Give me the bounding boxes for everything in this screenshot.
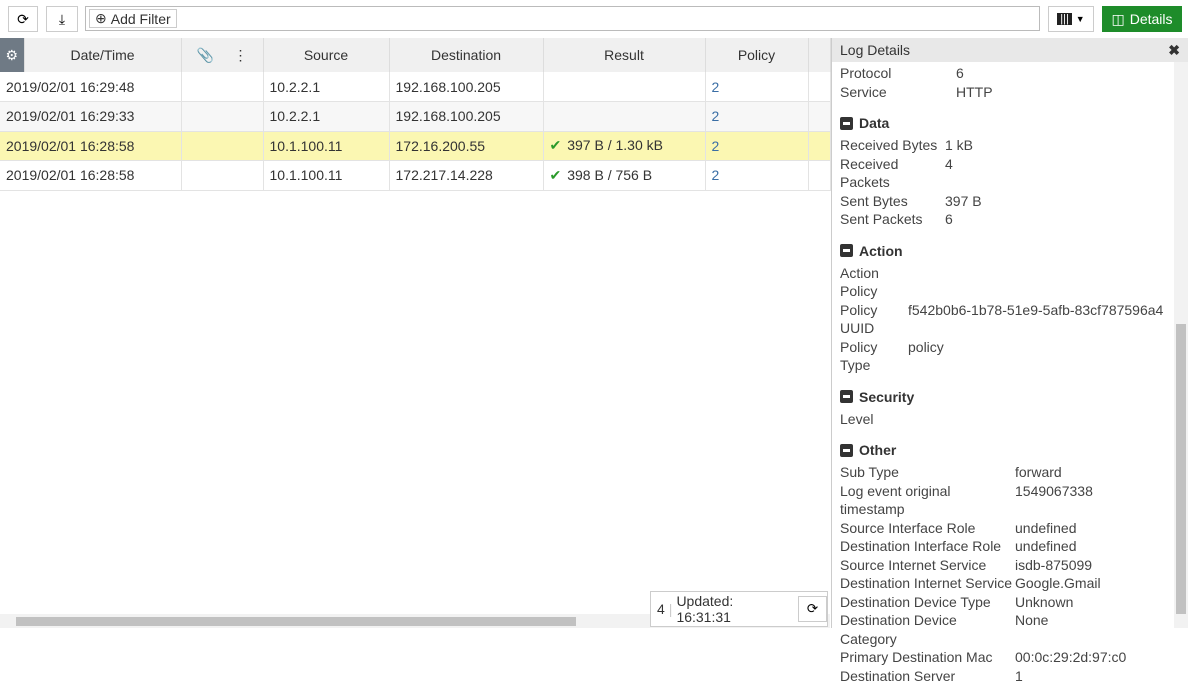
details-button[interactable]: ◫Details <box>1102 6 1182 32</box>
cell-result: ✔397 B / 1.30 kB <box>543 131 705 161</box>
detail-row: Received Bytes1 kB <box>840 136 1170 155</box>
detail-row: Destination Internet ServiceGoogle.Gmail <box>840 574 1170 593</box>
panel-icon: ◫ <box>1111 11 1124 28</box>
cell-result: ✔398 B / 756 B <box>543 161 705 191</box>
columns-icon: ||| <box>1057 13 1072 25</box>
col-destination[interactable]: Destination <box>389 38 543 72</box>
close-icon[interactable]: ✖ <box>1168 42 1180 59</box>
scroll-thumb[interactable] <box>1176 324 1186 614</box>
detail-row: Log event original timestamp1549067338 <box>840 482 1170 519</box>
table-row[interactable]: 2019/02/01 16:29:33 10.2.2.1 192.168.100… <box>0 102 830 132</box>
download-button[interactable]: ⤓ <box>46 6 78 32</box>
detail-row: Destination Interface Roleundefined <box>840 537 1170 556</box>
detail-row: Policy UUIDf542b0b6-1b78-51e9-5afb-83cf7… <box>840 301 1170 338</box>
section-other[interactable]: Other <box>840 442 1170 458</box>
detail-row: Policy <box>840 282 1170 301</box>
cell-source: 10.2.2.1 <box>263 102 389 132</box>
cell-policy[interactable]: 2 <box>705 102 808 132</box>
cell-source: 10.1.100.11 <box>263 131 389 161</box>
table-row[interactable]: 2019/02/01 16:28:58 10.1.100.11 172.16.2… <box>0 131 830 161</box>
filter-bar[interactable]: ⊕Add Filter <box>85 6 1040 31</box>
detail-row: Sub Typeforward <box>840 463 1170 482</box>
cell-destination: 192.168.100.205 <box>389 102 543 132</box>
check-icon: ✔ <box>550 167 562 183</box>
detail-row: Source Internet Serviceisdb-875099 <box>840 556 1170 575</box>
col-source[interactable]: Source <box>263 38 389 72</box>
cell-datetime: 2019/02/01 16:29:48 <box>0 72 181 102</box>
collapse-icon <box>840 444 853 457</box>
detail-row: Received Packets4 <box>840 155 1170 192</box>
cell-result <box>543 72 705 102</box>
panel-title: Log Details <box>840 42 910 58</box>
refresh-icon: ⟳ <box>17 11 29 28</box>
col-attachment[interactable]: 📎 ⋮ <box>181 38 263 72</box>
paperclip-icon: 📎 <box>197 47 214 63</box>
table-row[interactable]: 2019/02/01 16:29:48 10.2.2.1 192.168.100… <box>0 72 830 102</box>
section-action[interactable]: Action <box>840 243 1170 259</box>
collapse-icon <box>840 117 853 130</box>
detail-row: Destination Device CategoryNone <box>840 611 1170 648</box>
cell-source: 10.2.2.1 <box>263 72 389 102</box>
detail-row: Sent Bytes397 B <box>840 192 1170 211</box>
gear-icon: ⚙ <box>5 47 18 63</box>
log-table: ⚙ Date/Time 📎 ⋮ Source Destination Resul… <box>0 38 831 191</box>
status-bar: 4| Updated: 16:31:31 ⟳ <box>650 591 828 627</box>
detail-row: Action <box>840 264 1170 283</box>
cell-destination: 172.16.200.55 <box>389 131 543 161</box>
column-settings-button[interactable]: ||| ▼ <box>1048 6 1094 32</box>
collapse-icon <box>840 244 853 257</box>
detail-row: Policy Typepolicy <box>840 338 1170 375</box>
column-menu-icon[interactable]: ⋮ <box>233 47 247 63</box>
cell-policy[interactable]: 2 <box>705 161 808 191</box>
table-row[interactable]: 2019/02/01 16:28:58 10.1.100.11 172.217.… <box>0 161 830 191</box>
cell-destination: 172.217.14.228 <box>389 161 543 191</box>
log-count: 4 <box>657 601 665 617</box>
vertical-scrollbar[interactable] <box>1174 62 1188 628</box>
scroll-thumb[interactable] <box>16 617 576 626</box>
cell-policy[interactable]: 2 <box>705 72 808 102</box>
refresh-icon: ⟳ <box>807 601 818 616</box>
check-icon: ✔ <box>550 137 562 153</box>
detail-row: ServiceHTTP <box>840 83 1170 102</box>
updated-time: Updated: 16:31:31 <box>676 593 787 625</box>
cell-datetime: 2019/02/01 16:28:58 <box>0 161 181 191</box>
detail-row: Destination Server1 <box>840 667 1170 685</box>
table-settings-button[interactable]: ⚙ <box>0 38 24 72</box>
log-details-panel: Log Details ✖ Protocol6ServiceHTTP Data Rec… <box>831 38 1188 628</box>
detail-row: Protocol6 <box>840 64 1170 83</box>
plus-circle-icon: ⊕ <box>95 10 107 27</box>
detail-row: Primary Destination Mac00:0c:29:2d:97:c0 <box>840 648 1170 667</box>
add-filter-button[interactable]: ⊕Add Filter <box>89 9 177 28</box>
detail-row: Sent Packets6 <box>840 210 1170 229</box>
status-refresh-button[interactable]: ⟳ <box>798 596 827 622</box>
cell-destination: 192.168.100.205 <box>389 72 543 102</box>
detail-row: Source Interface Roleundefined <box>840 519 1170 538</box>
cell-datetime: 2019/02/01 16:29:33 <box>0 102 181 132</box>
cell-source: 10.1.100.11 <box>263 161 389 191</box>
col-result[interactable]: Result <box>543 38 705 72</box>
cell-policy[interactable]: 2 <box>705 131 808 161</box>
col-datetime[interactable]: Date/Time <box>24 38 181 72</box>
cell-datetime: 2019/02/01 16:28:58 <box>0 131 181 161</box>
section-security[interactable]: Security <box>840 389 1170 405</box>
cell-result <box>543 102 705 132</box>
detail-row: Destination Device TypeUnknown <box>840 593 1170 612</box>
caret-down-icon: ▼ <box>1076 14 1085 24</box>
col-policy[interactable]: Policy <box>705 38 808 72</box>
refresh-button[interactable]: ⟳ <box>8 6 38 32</box>
download-icon: ⤓ <box>59 11 65 28</box>
detail-row: Level <box>840 410 1170 429</box>
collapse-icon <box>840 390 853 403</box>
section-data[interactable]: Data <box>840 115 1170 131</box>
